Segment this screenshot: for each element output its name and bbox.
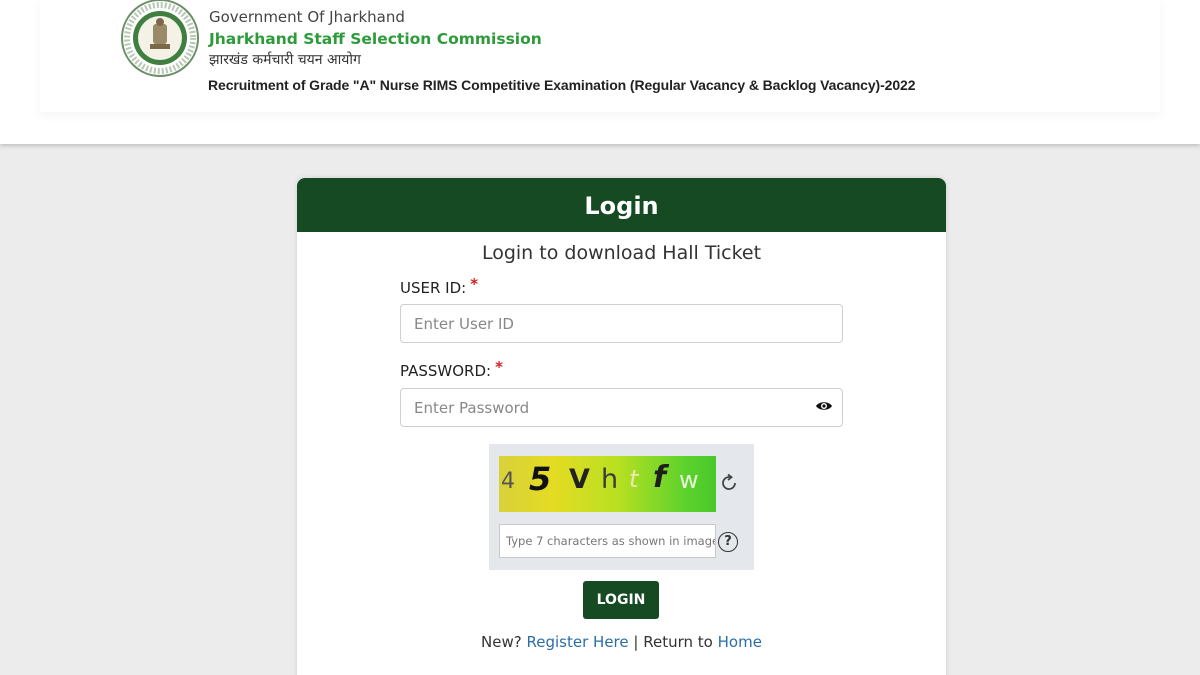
captcha-char: w — [679, 466, 699, 494]
login-footer-links: New? Register Here | Return to Home — [297, 633, 946, 651]
header-banner — [40, 0, 1160, 112]
required-marker: * — [470, 275, 479, 293]
required-marker: * — [495, 358, 503, 376]
user-id-label-text: USER ID: — [400, 279, 467, 297]
captcha-char: h — [601, 464, 619, 495]
site-header: Government Of Jharkhand Jharkhand Staff … — [0, 0, 1200, 144]
commission-name: Jharkhand Staff Selection Commission — [209, 30, 542, 48]
login-card: Login Login to download Hall Ticket USER… — [297, 178, 946, 675]
password-label: PASSWORD: * — [400, 358, 503, 380]
commission-name-hindi: झारखंड कर्मचारी चयन आयोग — [209, 52, 361, 68]
government-name: Government Of Jharkhand — [209, 8, 405, 26]
captcha-char: t — [629, 465, 639, 493]
user-id-input[interactable] — [400, 304, 843, 343]
password-input[interactable] — [400, 388, 843, 427]
captcha-help-icon[interactable]: ? — [718, 532, 738, 552]
emblem-logo-icon — [121, 0, 199, 77]
register-link[interactable]: Register Here — [527, 633, 629, 651]
captcha-input[interactable] — [499, 524, 716, 558]
return-text: Return to — [643, 633, 713, 651]
refresh-captcha-icon[interactable] — [718, 472, 740, 494]
recruitment-title: Recruitment of Grade "A" Nurse RIMS Comp… — [208, 77, 916, 93]
captcha-panel: 4 5 V h t f w ? — [489, 444, 754, 570]
captcha-image: 4 5 V h t f w — [499, 456, 716, 512]
captcha-char: 4 — [501, 469, 515, 494]
login-button[interactable]: LOGIN — [583, 581, 659, 619]
captcha-char: V — [569, 464, 590, 495]
organization-block: Government Of Jharkhand Jharkhand Staff … — [209, 6, 542, 70]
captcha-char: f — [653, 460, 667, 495]
login-subtitle: Login to download Hall Ticket — [481, 242, 762, 264]
user-id-label: USER ID: * — [400, 275, 478, 297]
password-label-text: PASSWORD: — [400, 362, 492, 380]
captcha-char: 5 — [529, 460, 552, 498]
show-password-eye-icon[interactable] — [815, 400, 833, 412]
login-card-title: Login — [297, 178, 946, 232]
home-link[interactable]: Home — [718, 633, 762, 651]
new-user-text: New? — [481, 633, 522, 651]
link-separator: | — [633, 633, 639, 651]
